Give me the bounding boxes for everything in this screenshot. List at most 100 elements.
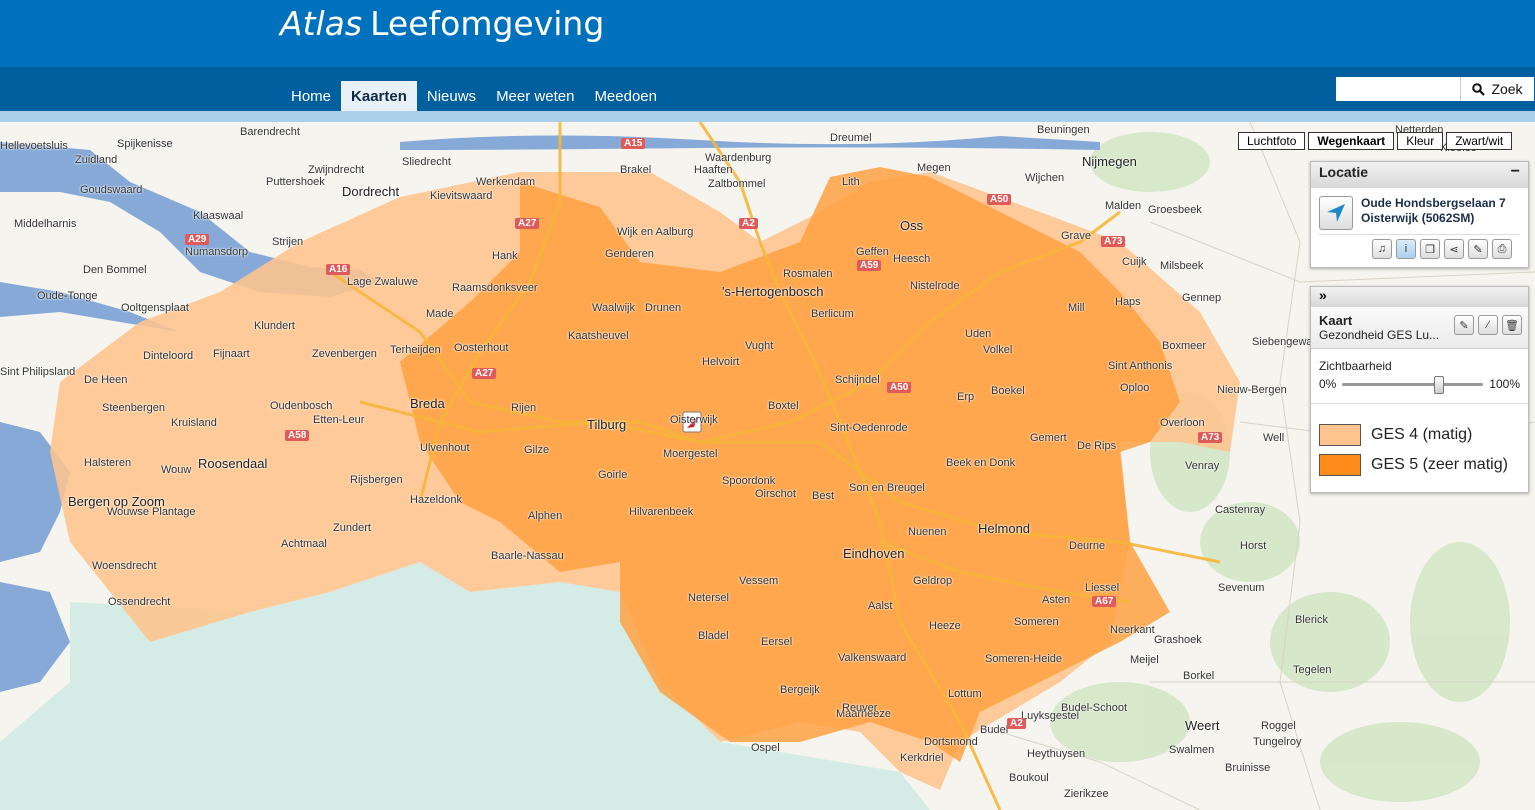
road-shield: A59	[857, 260, 882, 271]
place-label: Strijen	[272, 236, 304, 248]
nav-meer-weten[interactable]: Meer weten	[486, 81, 584, 111]
place-label: Ospel	[751, 742, 780, 754]
nav-bar	[0, 67, 1535, 111]
location-panel-title: Locatie	[1319, 164, 1369, 180]
place-label: Brakel	[620, 164, 652, 176]
expand-icon[interactable]: »	[1311, 287, 1528, 307]
road-shield: A2	[739, 218, 758, 229]
road-shield: A27	[515, 218, 540, 229]
place-label: Someren	[1014, 616, 1059, 628]
opacity-thumb[interactable]	[1434, 375, 1445, 394]
place-label: Venray	[1185, 460, 1220, 472]
place-label: De Rips	[1077, 440, 1117, 452]
place-label: Barendrecht	[240, 126, 300, 138]
print-icon[interactable]: ⎙	[1492, 239, 1512, 259]
place-label: Ooltgensplaat	[121, 302, 189, 314]
place-label: Vessem	[739, 575, 779, 587]
place-label: Reuver	[842, 702, 878, 714]
wrench-icon[interactable]: ✎	[1468, 239, 1488, 259]
place-label: Nuenen	[908, 526, 947, 538]
place-label: Werkendam	[476, 176, 536, 188]
place-label: Well	[1263, 432, 1285, 444]
maptype-kleur[interactable]: Kleur	[1397, 132, 1444, 150]
road-shield: A15	[621, 138, 646, 149]
place-label: Sint-Oedenrode	[830, 422, 908, 434]
search-input[interactable]	[1336, 77, 1460, 101]
place-label: Milsbeek	[1160, 260, 1204, 272]
edit-icon[interactable]: ✎	[1454, 315, 1474, 335]
map-view[interactable]: Barendrecht Spijkenisse Hellevoetsluis Zuid…	[0, 122, 1535, 810]
search-button-label: Zoek	[1491, 81, 1523, 97]
info-icon[interactable]: i	[1396, 239, 1416, 259]
search-button[interactable]: Zoek	[1460, 77, 1534, 101]
brand-name: Leefomgeving	[370, 4, 605, 43]
place-label: Zierikzee	[1064, 788, 1109, 800]
place-label: Gennep	[1182, 292, 1222, 304]
nav-kaarten[interactable]: Kaarten	[341, 81, 417, 111]
site-logo[interactable]: Atlas Leefomgeving	[280, 4, 604, 43]
place-label: Rijen	[511, 402, 537, 414]
transparency-icon[interactable]: ⁄	[1478, 315, 1498, 335]
road-shield: A29	[185, 234, 210, 245]
search-icon	[1472, 82, 1486, 96]
place-label: Borkel	[1183, 670, 1215, 682]
place-label: Goirle	[598, 469, 628, 481]
place-label: Kruisland	[171, 417, 217, 429]
place-label: Neerkant	[1110, 624, 1155, 636]
place-label: Deurne	[1069, 540, 1106, 552]
main-nav: Home Kaarten Nieuws Meer weten Meedoen	[281, 81, 667, 111]
place-label: Oisterwijk	[670, 414, 718, 426]
place-label: Baarle-Nassau	[491, 550, 564, 562]
place-label: Roggel	[1261, 720, 1296, 732]
place-label: Goudswaard	[80, 184, 143, 196]
road-shield: A27	[472, 368, 497, 379]
maptype-zwartwit[interactable]: Zwart/wit	[1446, 132, 1513, 150]
place-label: Mill	[1068, 302, 1085, 314]
place-label: Tungelroy	[1253, 736, 1302, 748]
maptype-luchtfoto[interactable]: Luchtfoto	[1238, 132, 1306, 150]
place-label: Bladel	[698, 630, 729, 642]
place-label: Haaften	[694, 164, 733, 176]
place-label: Oirschot	[755, 488, 796, 500]
place-label: Hazeldonk	[410, 494, 462, 506]
place-label: Raamsdonksveer	[452, 282, 538, 294]
place-label: Blerick	[1295, 614, 1329, 626]
place-label: Oploo	[1120, 382, 1150, 394]
place-label: Hellevoetsluis	[0, 140, 68, 152]
location-panel-header[interactable]: Locatie −	[1311, 162, 1528, 188]
place-label: Vught	[745, 340, 774, 352]
nav-home[interactable]: Home	[281, 81, 341, 111]
minimize-icon[interactable]: −	[1511, 163, 1520, 181]
place-label: Netersel	[688, 592, 729, 604]
place-label: Grashoek	[1154, 634, 1202, 646]
place-label: Liessel	[1085, 582, 1120, 594]
brand-atlas: Atlas	[280, 4, 363, 43]
opacity-slider: 0% 100%	[1319, 375, 1520, 394]
place-label: Eindhoven	[843, 546, 905, 561]
place-label: Kievitswaard	[430, 190, 493, 202]
copy-icon[interactable]: ❐	[1420, 239, 1440, 259]
place-label: Etten-Leur	[313, 414, 365, 426]
place-label: Drunen	[645, 302, 682, 314]
place-label: Terheijden	[390, 344, 441, 356]
address-line-2: Oisterwijk (5062SM)	[1361, 211, 1475, 225]
location-arrow-icon[interactable]	[1319, 196, 1353, 230]
place-label: Bergeijk	[780, 684, 820, 696]
opacity-track[interactable]	[1342, 375, 1484, 394]
place-label: Waardenburg	[705, 152, 772, 164]
place-label: Ossendrecht	[108, 596, 171, 608]
place-label: Someren-Heide	[985, 653, 1063, 665]
trash-icon[interactable]: 🗑	[1502, 315, 1522, 335]
place-label: Zuidland	[75, 154, 118, 166]
place-label: Steenbergen	[102, 402, 165, 414]
bookmark-icon[interactable]: ♫	[1372, 239, 1392, 259]
place-label: Grave	[1061, 230, 1091, 242]
place-label: Genderen	[605, 248, 654, 260]
maptype-wegenkaart[interactable]: Wegenkaart	[1308, 132, 1395, 150]
share-icon[interactable]: ⋖	[1444, 239, 1464, 259]
place-label: 's-Hertogenbosch	[722, 284, 824, 299]
nav-nieuws[interactable]: Nieuws	[417, 81, 486, 111]
place-label: Cuijk	[1122, 256, 1147, 268]
place-label: Boekel	[991, 385, 1025, 397]
nav-meedoen[interactable]: Meedoen	[584, 81, 667, 111]
